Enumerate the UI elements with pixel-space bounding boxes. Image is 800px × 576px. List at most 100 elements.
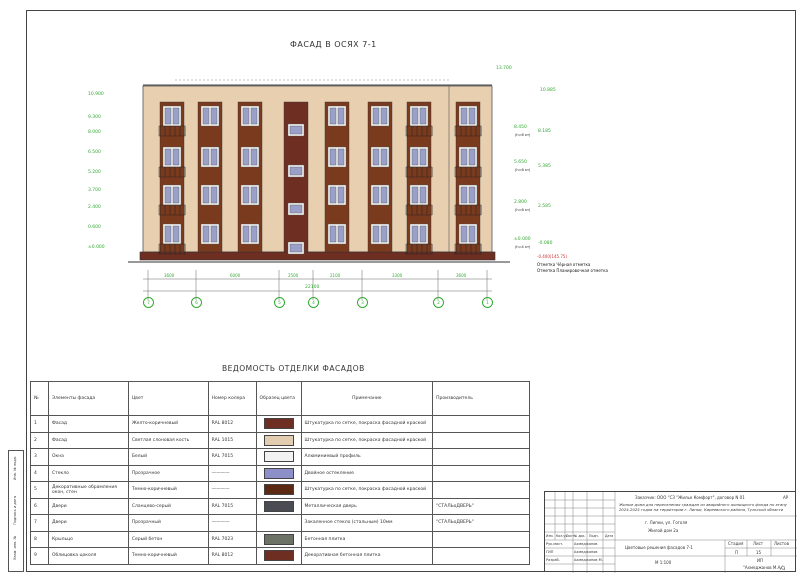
row-swatch <box>255 547 302 565</box>
dimension-value: 3300 <box>392 273 403 278</box>
table-row: 5 Декоративные обрамления окон, стен Темно… <box>30 481 530 499</box>
table-row: 2 Фасад Светлая слоновая кость RAL 1015 Штук… <box>30 431 530 449</box>
row-code: ———— <box>207 481 257 499</box>
stamp-col-header: Подп. <box>589 534 599 538</box>
stamp-col-header: Дата <box>605 534 614 538</box>
stamp-org-2: "Ахмеджанов М.А." <box>743 565 784 570</box>
row-color: Сланцево-серый <box>127 497 209 515</box>
color-swatch <box>263 418 294 430</box>
row-note: Штукатурка по сетке, покраска фасадной к… <box>300 481 434 499</box>
row-number: 4 <box>30 464 49 482</box>
axis-marker: 4 <box>308 297 319 308</box>
color-swatch <box>263 500 294 512</box>
header-num: № <box>30 381 49 416</box>
finish-schedule-table: № Элементы фасада Цвет Номер колера Обра… <box>30 381 530 565</box>
row-code: ———— <box>207 514 257 532</box>
row-code: RAL 1015 <box>207 431 257 449</box>
row-maker <box>432 464 530 482</box>
row-note: Штукатурка по сетке, покраска фасадной к… <box>300 431 434 449</box>
row-color: Светлая слоновая кость <box>127 431 209 449</box>
dimension-value: 3600 <box>456 273 467 278</box>
table-row: 9 Облицовка цоколя Темно-коричневый RAL 801… <box>30 547 530 565</box>
stamp-scale: М 1:100 <box>655 560 672 565</box>
row-note: Бетонная плитка <box>300 530 434 548</box>
axis-marker: 2 <box>433 297 444 308</box>
stamp-code: АР <box>783 495 789 500</box>
side-stamp-label: Взам. инв. № <box>13 536 17 560</box>
stamp-stage-header: Стадия <box>728 541 744 546</box>
table-row: 3 Окна Белый RAL 7015 Алюминиевый профиль <box>30 448 530 466</box>
row-color: Желто-коричневый <box>127 415 209 433</box>
dimension-value: 6000 <box>230 273 241 278</box>
row-maker: "СТАЛЬоДВЕРЬ" <box>432 497 530 515</box>
row-element: Фасад <box>47 415 129 433</box>
color-swatch <box>263 533 294 545</box>
row-number: 1 <box>30 415 49 433</box>
header-element: Элементы фасада <box>47 381 129 416</box>
row-number: 7 <box>30 514 49 532</box>
header-note: Примечание <box>300 381 434 416</box>
stamp-project: Жилые дома для переселения граждан из ав… <box>619 502 787 512</box>
header-code: Номер колера <box>207 381 257 416</box>
row-note: Декоративная бетонная плитка <box>300 547 434 565</box>
stamp-org-1: ИП <box>757 558 763 563</box>
stamp-col-header: Изм. <box>546 534 554 538</box>
row-maker <box>432 481 530 499</box>
stamp-col-header: № док. <box>574 534 586 538</box>
row-color: Прозрачное <box>127 464 209 482</box>
row-color: Темно-коричневый <box>127 547 209 565</box>
header-maker: Производитель <box>432 381 530 416</box>
row-note: Металлическая дверь <box>300 497 434 515</box>
row-element: Стекло <box>47 464 129 482</box>
stamp-name: Ахмеджанов М. <box>574 558 603 562</box>
header-sample: Образец цвета <box>255 381 302 416</box>
row-maker <box>432 431 530 449</box>
table-header-row: № Элементы фасада Цвет Номер колера Обра… <box>30 381 530 416</box>
stamp-customer: Заказчик: ООО "СЗ "Жилье Комфорт", догов… <box>635 495 745 500</box>
row-swatch <box>255 415 302 433</box>
row-maker <box>432 547 530 565</box>
row-code: RAL 7023 <box>207 530 257 548</box>
row-number: 9 <box>30 547 49 565</box>
side-stamp-label: Инв. № подл. <box>13 456 17 481</box>
row-note: Алюминиевый профиль <box>300 448 434 466</box>
row-number: 5 <box>30 481 49 499</box>
table-row: 4 Стекло Прозрачное ———— Двойное остекление <box>30 464 530 482</box>
axis-marker: 5 <box>274 297 285 308</box>
axis-marker: 1 <box>482 297 493 308</box>
row-swatch <box>255 464 302 482</box>
row-element: Декоративные обрамления окон, стен <box>47 481 129 499</box>
side-stamp: Инв. № подл. Подпись и дата Взам. инв. № <box>8 450 24 572</box>
header-color: Цвет <box>127 381 209 416</box>
stamp-role: Разраб. <box>546 558 560 562</box>
row-maker <box>432 415 530 433</box>
row-swatch <box>255 497 302 515</box>
row-element: Крыльцо <box>47 530 129 548</box>
row-number: 3 <box>30 448 49 466</box>
row-color: Прозрачный <box>127 514 209 532</box>
table-row: 1 Фасад Желто-коричневый RAL 8012 Штукатурка… <box>30 415 530 433</box>
row-number: 2 <box>30 431 49 449</box>
row-element: Двери <box>47 514 129 532</box>
stamp-role: ГИП <box>546 550 554 554</box>
stamp-sheet-title: Цветовые решения фасадов 7-1 <box>625 545 693 550</box>
color-swatch <box>263 484 294 496</box>
total-dimension: 22100 <box>305 285 320 290</box>
table-row: 6 Двери Сланцево-серый RAL 7015 Металлическа… <box>30 497 530 515</box>
axis-marker: 6 <box>191 297 202 308</box>
row-element: Окна <box>47 448 129 466</box>
color-swatch <box>263 467 294 479</box>
stamp-role: Рук.маст. <box>546 542 564 546</box>
row-swatch <box>255 448 302 466</box>
stamp-col-header: Лист <box>566 534 575 538</box>
row-swatch <box>255 514 302 532</box>
schedule-title: ВЕДОМОСТЬ ОТДЕЛКИ ФАСАДОВ <box>222 364 365 373</box>
row-code: RAL 8012 <box>207 415 257 433</box>
color-swatch <box>263 451 294 463</box>
color-swatch <box>265 518 293 527</box>
stamp-sheets-header: Листов <box>774 541 789 546</box>
sheet-format: А3 <box>780 566 786 571</box>
row-color: Белый <box>127 448 209 466</box>
title-block: Заказчик: ООО "СЗ "Жилье Комфорт", догов… <box>544 491 797 573</box>
dimension-lines <box>143 270 492 300</box>
